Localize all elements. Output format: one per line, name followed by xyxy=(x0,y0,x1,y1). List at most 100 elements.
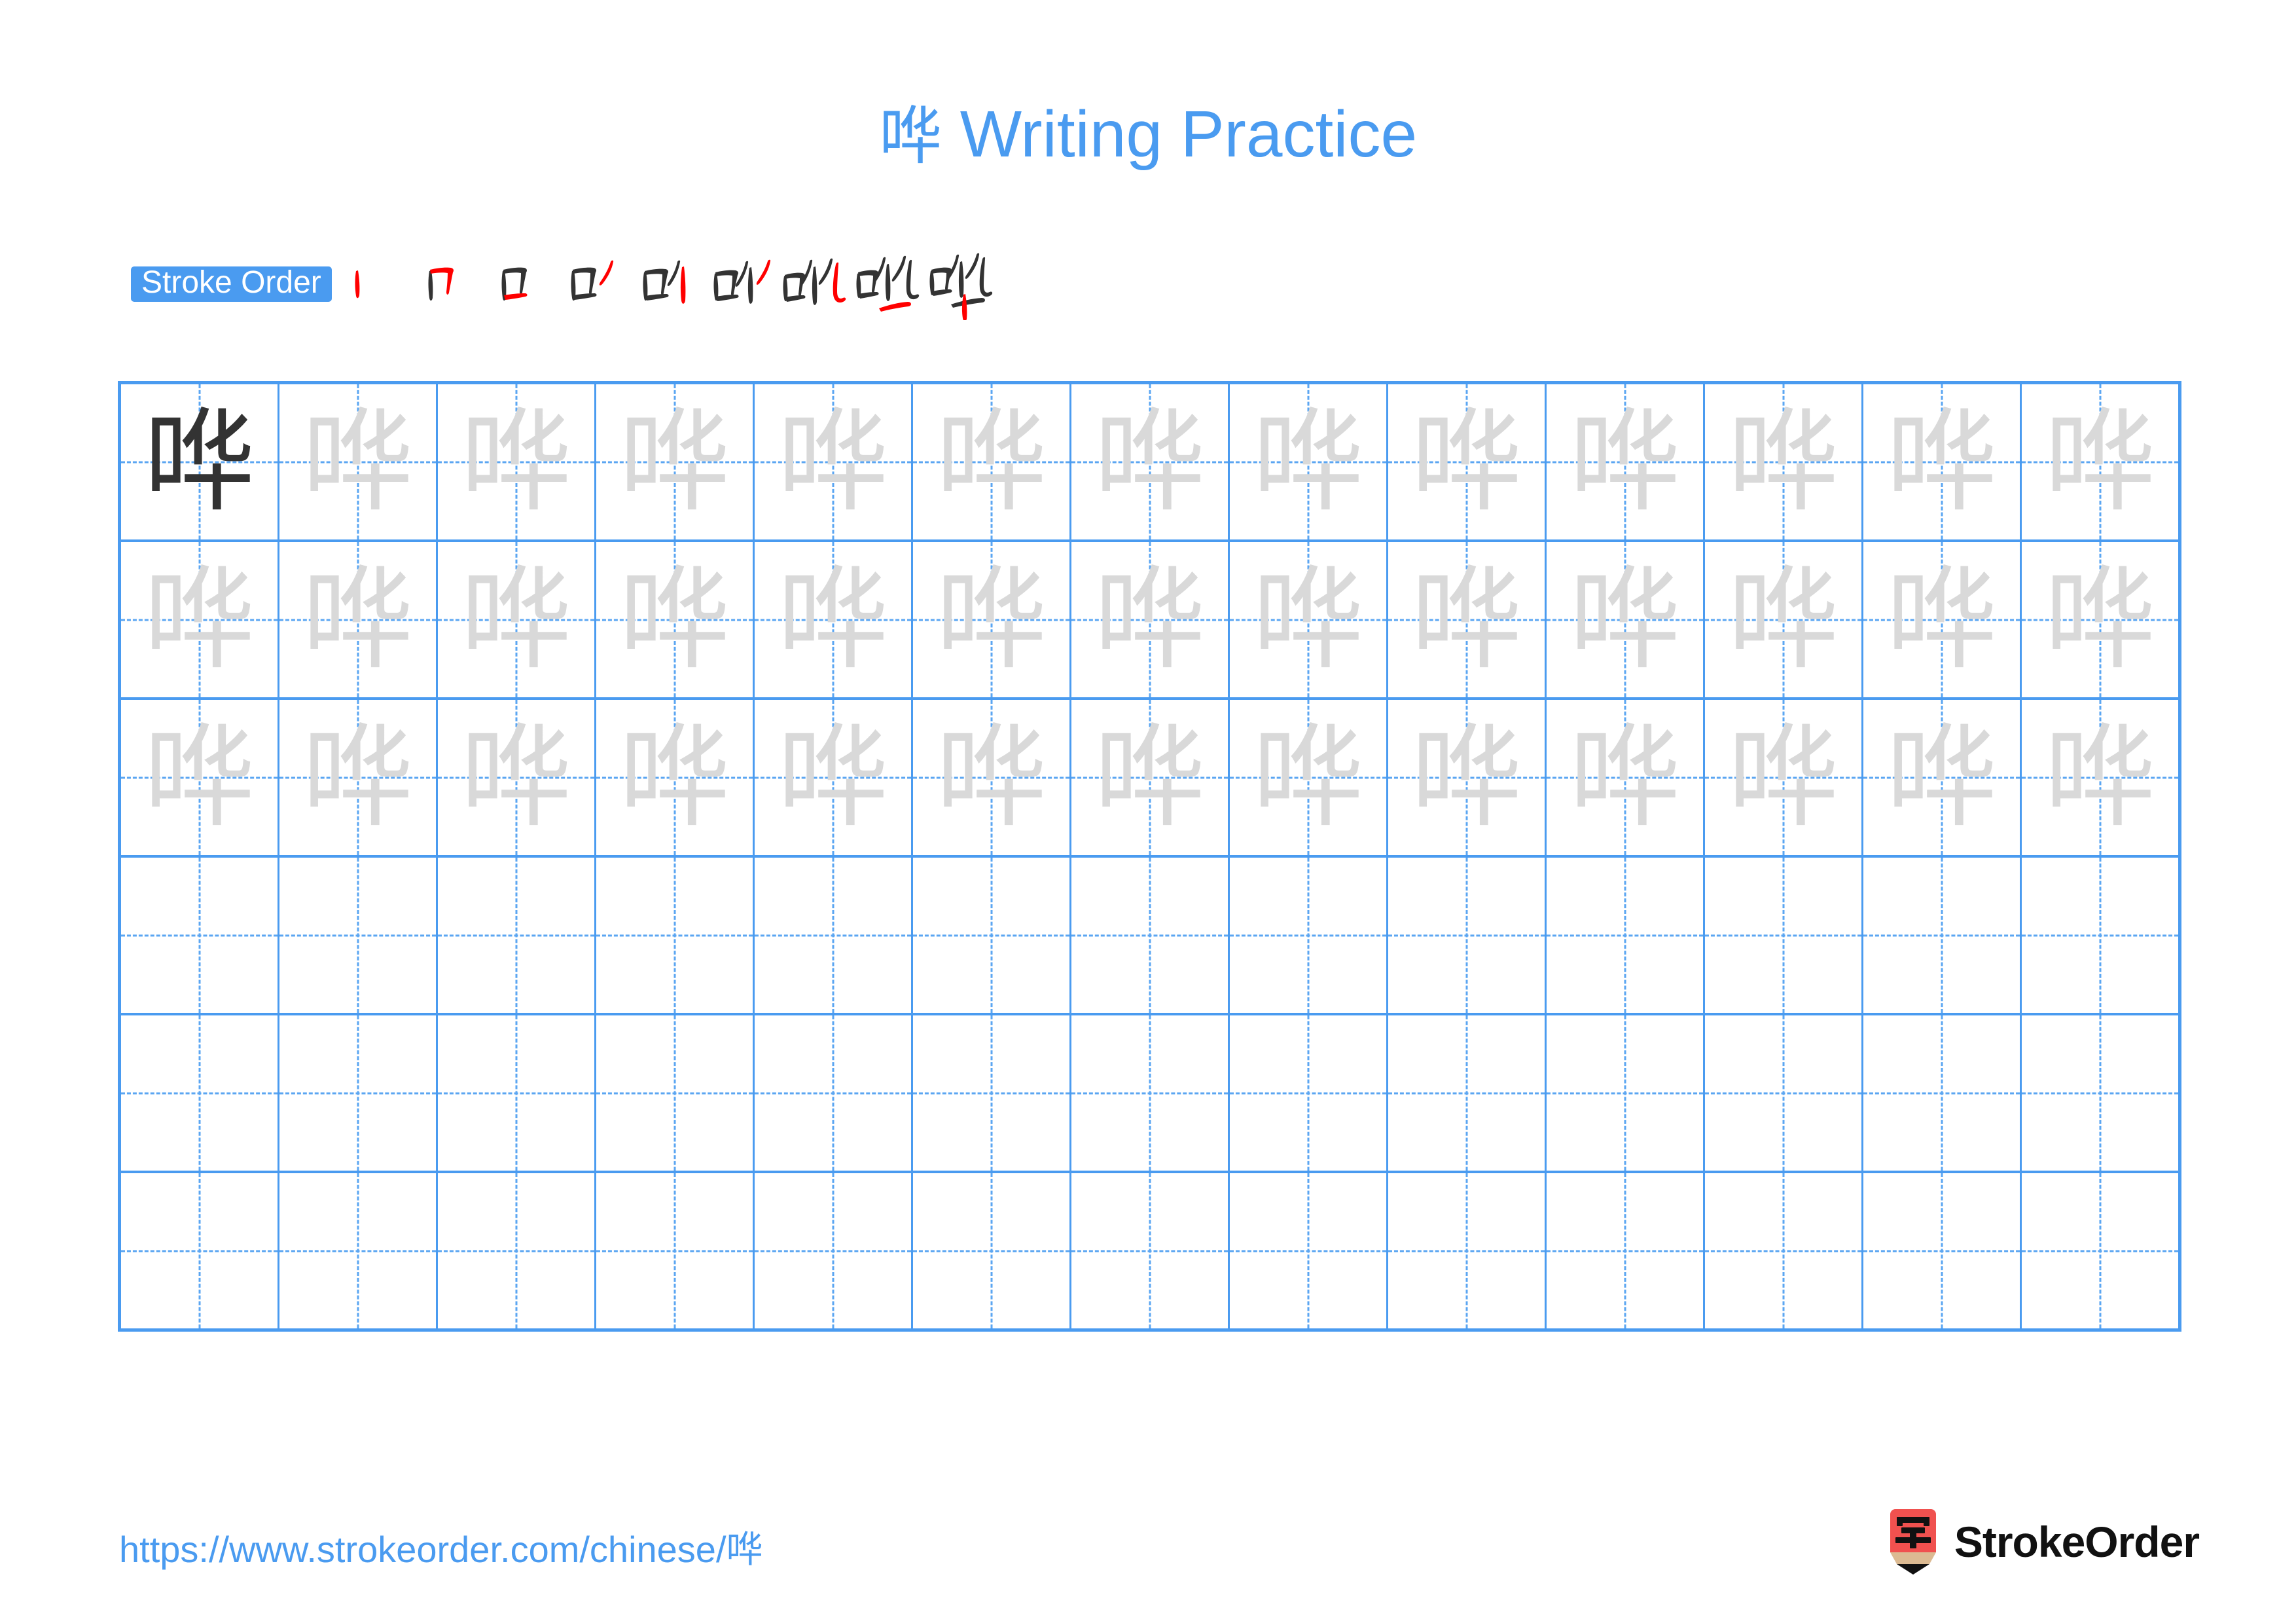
practice-cell[interactable] xyxy=(1863,858,2022,1013)
practice-cell[interactable]: 哗 xyxy=(121,384,279,539)
practice-cell[interactable] xyxy=(596,858,755,1013)
practice-cell[interactable]: 哗 xyxy=(1547,384,1705,539)
practice-cell-character: 哗 xyxy=(935,712,1047,843)
practice-cell[interactable] xyxy=(2022,858,2178,1013)
practice-cell[interactable] xyxy=(755,858,913,1013)
practice-cell[interactable]: 哗 xyxy=(1230,384,1388,539)
practice-cell[interactable] xyxy=(1547,1173,1705,1328)
practice-cell[interactable]: 哗 xyxy=(279,384,438,539)
practice-cell[interactable] xyxy=(1230,858,1388,1013)
practice-cell[interactable] xyxy=(1863,1173,2022,1328)
practice-cell[interactable]: 哗 xyxy=(438,542,596,697)
practice-cell[interactable]: 哗 xyxy=(913,384,1071,539)
footer-url[interactable]: https://www.strokeorder.com/chinese/哗 xyxy=(119,1520,763,1573)
practice-cell[interactable]: 哗 xyxy=(1547,700,1705,855)
practice-cell[interactable] xyxy=(2022,1015,2178,1171)
practice-cell[interactable]: 哗 xyxy=(438,384,596,539)
practice-cell[interactable]: 哗 xyxy=(2022,384,2178,539)
practice-cell[interactable]: 哗 xyxy=(2022,542,2178,697)
practice-cell[interactable] xyxy=(1388,858,1547,1013)
practice-cell[interactable] xyxy=(913,858,1071,1013)
practice-cell[interactable] xyxy=(279,1015,438,1171)
pencil-logo-icon xyxy=(1886,1509,1940,1575)
practice-cell[interactable] xyxy=(1547,858,1705,1013)
practice-cell[interactable] xyxy=(2022,1173,2178,1328)
practice-cell[interactable] xyxy=(1705,1173,1863,1328)
practice-cell[interactable] xyxy=(438,1173,596,1328)
practice-cell[interactable] xyxy=(1071,1173,1230,1328)
practice-cell[interactable] xyxy=(596,1173,755,1328)
practice-cell[interactable]: 哗 xyxy=(1230,542,1388,697)
stroke-step-1 xyxy=(338,248,410,320)
practice-cell[interactable]: 哗 xyxy=(596,700,755,855)
practice-cell[interactable] xyxy=(755,1173,913,1328)
practice-cell[interactable]: 哗 xyxy=(1705,542,1863,697)
practice-cell-character xyxy=(438,858,594,1013)
practice-cell[interactable]: 哗 xyxy=(1863,700,2022,855)
practice-cell[interactable]: 哗 xyxy=(121,542,279,697)
practice-cell[interactable]: 哗 xyxy=(1863,384,2022,539)
practice-cell[interactable] xyxy=(1388,1173,1547,1328)
practice-cell[interactable] xyxy=(1071,1015,1230,1171)
practice-cell[interactable]: 哗 xyxy=(1230,700,1388,855)
practice-cell[interactable]: 哗 xyxy=(755,700,913,855)
practice-cell-character xyxy=(1071,1015,1228,1171)
practice-cell[interactable]: 哗 xyxy=(2022,700,2178,855)
practice-cell-character: 哗 xyxy=(143,712,255,843)
practice-cell[interactable] xyxy=(1547,1015,1705,1171)
practice-cell-character xyxy=(2022,858,2178,1013)
practice-cell[interactable]: 哗 xyxy=(1705,384,1863,539)
practice-cell[interactable] xyxy=(1388,1015,1547,1171)
practice-cell[interactable]: 哗 xyxy=(438,700,596,855)
practice-cell[interactable]: 哗 xyxy=(1071,384,1230,539)
practice-cell-character: 哗 xyxy=(1886,555,1998,685)
practice-cell-character: 哗 xyxy=(2044,397,2156,527)
practice-cell[interactable] xyxy=(1230,1173,1388,1328)
practice-cell[interactable]: 哗 xyxy=(121,700,279,855)
practice-cell[interactable]: 哗 xyxy=(1071,700,1230,855)
footer-url-character: 哗 xyxy=(726,1529,763,1571)
practice-cell[interactable]: 哗 xyxy=(1705,700,1863,855)
practice-cell[interactable]: 哗 xyxy=(1863,542,2022,697)
footer-logo[interactable]: StrokeOrder xyxy=(1886,1506,2200,1578)
practice-cell[interactable] xyxy=(1230,1015,1388,1171)
practice-cell[interactable] xyxy=(913,1173,1071,1328)
practice-cell[interactable] xyxy=(279,1173,438,1328)
practice-cell-character: 哗 xyxy=(2044,712,2156,843)
practice-cell[interactable]: 哗 xyxy=(913,542,1071,697)
practice-cell[interactable] xyxy=(121,1173,279,1328)
practice-cell[interactable] xyxy=(596,1015,755,1171)
practice-cell-character: 哗 xyxy=(1886,397,1998,527)
practice-cell[interactable]: 哗 xyxy=(1071,542,1230,697)
practice-cell[interactable]: 哗 xyxy=(1388,700,1547,855)
practice-cell-character: 哗 xyxy=(935,555,1047,685)
practice-cell[interactable]: 哗 xyxy=(755,384,913,539)
practice-cell[interactable] xyxy=(438,1015,596,1171)
practice-cell[interactable] xyxy=(1705,858,1863,1013)
practice-cell[interactable] xyxy=(755,1015,913,1171)
practice-cell-character xyxy=(121,1173,278,1328)
practice-cell-character xyxy=(1705,858,1861,1013)
practice-cell[interactable]: 哗 xyxy=(1547,542,1705,697)
practice-cell[interactable]: 哗 xyxy=(596,384,755,539)
practice-cell[interactable]: 哗 xyxy=(279,542,438,697)
practice-grid-row: 哗哗哗哗哗哗哗哗哗哗哗哗哗 xyxy=(121,542,2178,700)
practice-cell[interactable] xyxy=(121,858,279,1013)
practice-cell[interactable]: 哗 xyxy=(1388,384,1547,539)
practice-cell-character xyxy=(596,1173,753,1328)
practice-grid-row xyxy=(121,1015,2178,1173)
practice-cell[interactable] xyxy=(438,858,596,1013)
practice-cell[interactable] xyxy=(121,1015,279,1171)
practice-cell[interactable] xyxy=(279,858,438,1013)
footer-url-prefix: https://www.strokeorder.com/chinese/ xyxy=(119,1529,726,1570)
practice-cell[interactable]: 哗 xyxy=(913,700,1071,855)
practice-cell[interactable] xyxy=(1863,1015,2022,1171)
practice-cell[interactable] xyxy=(1705,1015,1863,1171)
practice-cell-character: 哗 xyxy=(143,555,255,685)
practice-cell[interactable]: 哗 xyxy=(596,542,755,697)
practice-cell[interactable] xyxy=(1071,858,1230,1013)
practice-cell[interactable]: 哗 xyxy=(755,542,913,697)
practice-cell[interactable]: 哗 xyxy=(279,700,438,855)
practice-cell[interactable]: 哗 xyxy=(1388,542,1547,697)
practice-cell[interactable] xyxy=(913,1015,1071,1171)
